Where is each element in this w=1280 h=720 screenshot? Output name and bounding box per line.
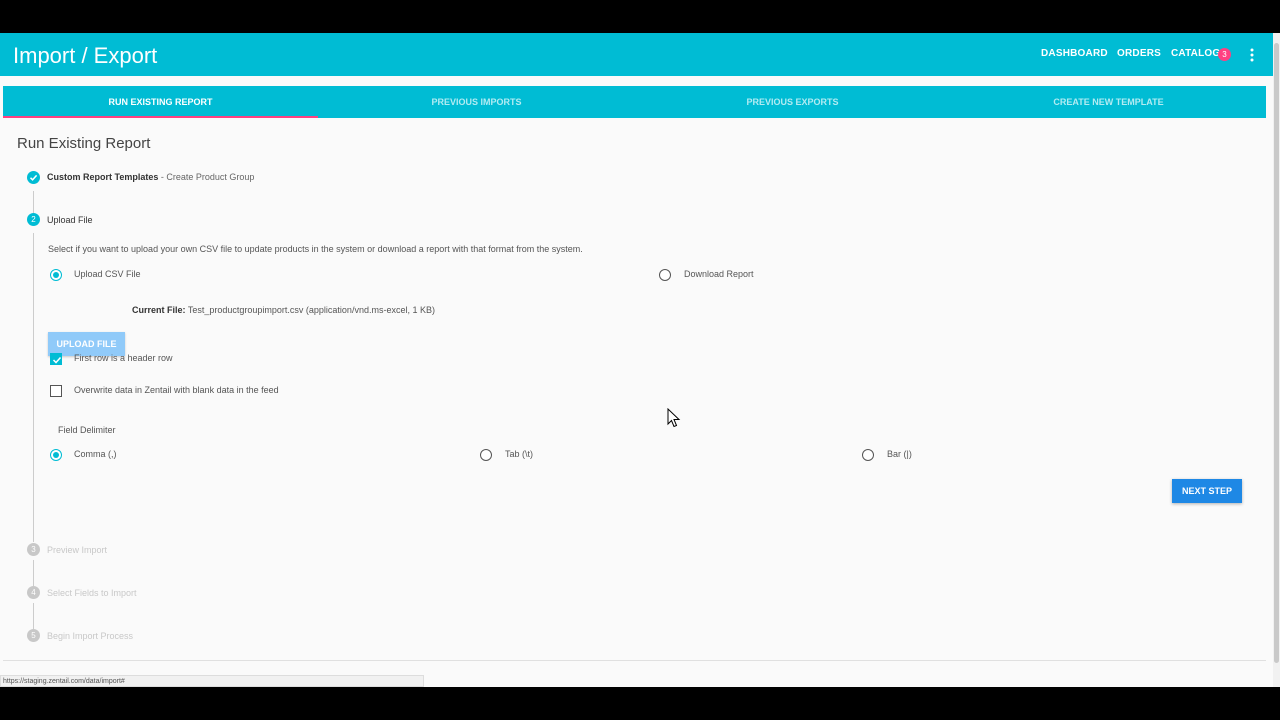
- upload-description: Select if you want to upload your own CS…: [48, 244, 583, 254]
- download-report-radio[interactable]: [659, 269, 671, 281]
- header-row-label: First row is a header row: [74, 353, 173, 363]
- catalog-badge: 3: [1218, 48, 1231, 61]
- tab-label: PREVIOUS EXPORTS: [746, 97, 839, 107]
- upload-csv-label: Upload CSV File: [74, 269, 141, 279]
- tab-label: PREVIOUS IMPORTS: [431, 97, 522, 107]
- comma-radio[interactable]: [50, 449, 62, 461]
- section-title: Run Existing Report: [17, 135, 151, 152]
- check-icon: [52, 356, 62, 364]
- download-report-label: Download Report: [684, 269, 754, 279]
- tab-label: Tab (\t): [505, 449, 534, 459]
- tab-indicator: [3, 116, 318, 118]
- tab-bar: RUN EXISTING REPORT PREVIOUS IMPORTS PRE…: [3, 86, 1266, 118]
- step-1-label[interactable]: Custom Report Templates - Create Product…: [47, 172, 254, 182]
- overwrite-blank-checkbox[interactable]: [50, 385, 62, 397]
- step-1-title: Custom Report Templates: [47, 172, 159, 182]
- status-url: https://staging.zentail.com/data/import#: [0, 675, 424, 687]
- tab-previous-imports[interactable]: PREVIOUS IMPORTS: [319, 86, 634, 118]
- step-complete-icon: [27, 171, 40, 184]
- step-connector: [33, 233, 34, 542]
- tab-radio[interactable]: [480, 449, 492, 461]
- tab-label: RUN EXISTING REPORT: [108, 97, 213, 107]
- app-window: Import / Export DASHBOARD ORDERS CATALOG…: [0, 33, 1273, 687]
- current-file-label: Current File:: [132, 305, 186, 315]
- tab-create-new-template[interactable]: CREATE NEW TEMPLATE: [951, 86, 1266, 118]
- more-vert-icon[interactable]: [1245, 46, 1259, 64]
- bar-label: Bar (|): [887, 449, 912, 459]
- tab-run-existing-report[interactable]: RUN EXISTING REPORT: [3, 86, 318, 118]
- scrollbar[interactable]: [1273, 33, 1280, 687]
- tab-previous-exports[interactable]: PREVIOUS EXPORTS: [635, 86, 950, 118]
- content-divider: [3, 660, 1266, 661]
- step-4-label: Select Fields to Import: [47, 588, 137, 598]
- comma-label: Comma (,): [74, 449, 117, 459]
- app-bar: Import / Export DASHBOARD ORDERS CATALOG…: [0, 33, 1273, 76]
- nav-orders[interactable]: ORDERS: [1117, 48, 1161, 59]
- mouse-cursor-icon: [667, 408, 681, 428]
- current-file-value: Test_productgroupimport.csv (application…: [187, 305, 435, 315]
- next-step-button[interactable]: NEXT STEP: [1172, 479, 1242, 503]
- bar-radio[interactable]: [862, 449, 874, 461]
- step-2-number: 2: [27, 213, 40, 226]
- step-2-label: Upload File: [47, 215, 93, 225]
- page-title: Import / Export: [13, 43, 158, 68]
- overwrite-blank-label: Overwrite data in Zentail with blank dat…: [74, 385, 279, 395]
- step-connector: [33, 603, 34, 629]
- step-3-number: 3: [27, 543, 40, 556]
- scroll-thumb[interactable]: [1274, 43, 1279, 663]
- step-5-label: Begin Import Process: [47, 631, 134, 641]
- step-1-subtitle: - Create Product Group: [158, 172, 255, 182]
- current-file: Current File: Test_productgroupimport.cs…: [132, 305, 435, 315]
- step-connector: [33, 560, 34, 586]
- step-connector: [33, 191, 34, 214]
- field-delimiter-label: Field Delimiter: [58, 425, 116, 435]
- step-3-label: Preview Import: [47, 545, 108, 555]
- header-row-checkbox[interactable]: [50, 353, 62, 365]
- nav-dashboard[interactable]: DASHBOARD: [1041, 48, 1108, 59]
- upload-csv-radio[interactable]: [50, 269, 62, 281]
- step-5-number: 5: [27, 629, 40, 642]
- step-4-number: 4: [27, 586, 40, 599]
- nav-catalog[interactable]: CATALOG: [1171, 48, 1220, 59]
- tab-label: CREATE NEW TEMPLATE: [1053, 97, 1164, 107]
